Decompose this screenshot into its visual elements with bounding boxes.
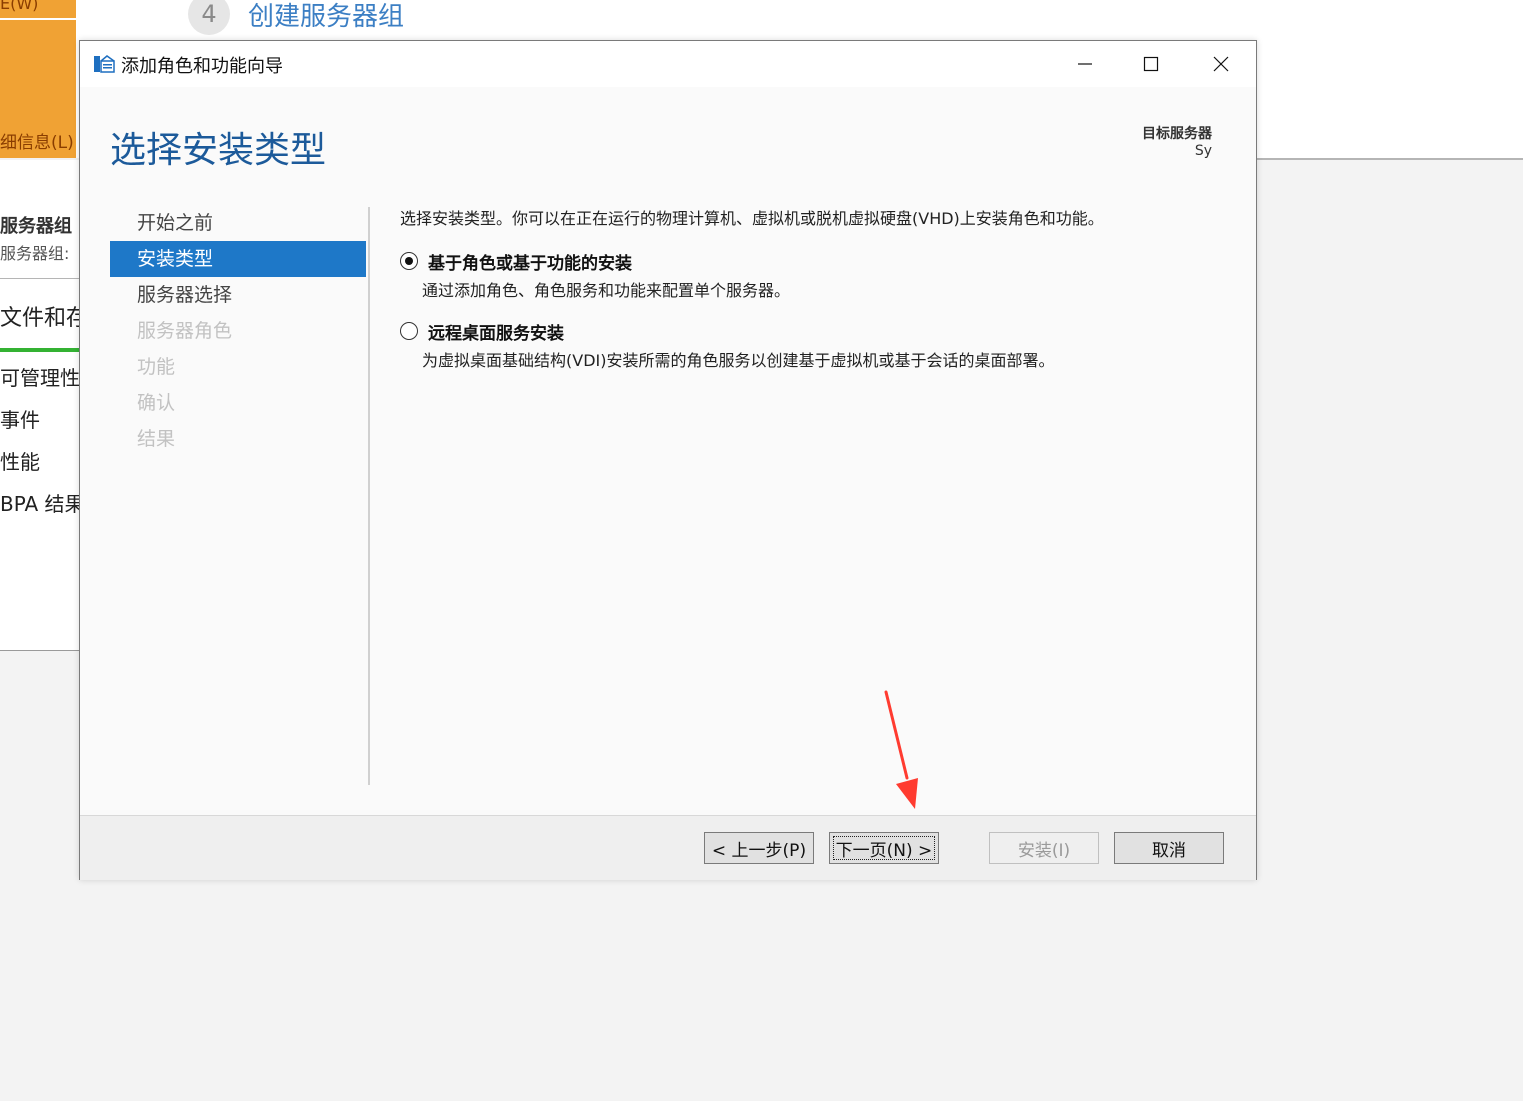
intro-text: 选择安装类型。你可以在正在运行的物理计算机、虚拟机或脱机虚拟硬盘(VHD)上安装…	[400, 209, 1104, 228]
next-button[interactable]: 下一页(N) >	[829, 832, 939, 864]
server-manager-sidebar: 服务器组 服务器组: 文件和存 可管理性 事件 性能 BPA 结果	[0, 160, 88, 650]
remote-desktop-description: 为虚拟桌面基础结构(VDI)安装所需的角色服务以创建基于虚拟机或基于会话的桌面部…	[422, 351, 1055, 370]
add-roles-wizard-dialog: 添加角色和功能向导 选择安装类型 目标服务器 Sy 开始之前 安装类型 服务器选…	[79, 40, 1257, 880]
close-button[interactable]	[1198, 41, 1244, 87]
remote-desktop-radio[interactable]	[400, 322, 418, 340]
role-based-description: 通过添加角色、角色服务和功能来配置单个服务器。	[422, 281, 791, 300]
cancel-button[interactable]: 取消	[1114, 832, 1224, 864]
sidebar-item-manageability[interactable]: 可管理性	[0, 362, 80, 391]
sidebar-item-bpa[interactable]: BPA 结果	[0, 488, 85, 517]
minimize-icon	[1078, 63, 1092, 65]
content-area: 选择安装类型。你可以在正在运行的物理计算机、虚拟机或脱机虚拟硬盘(VHD)上安装…	[400, 201, 1220, 370]
nav-divider	[368, 207, 370, 785]
sidebar-item-events[interactable]: 事件	[0, 404, 40, 433]
focus-rectangle	[833, 836, 935, 860]
radio-selected-dot	[405, 257, 413, 265]
target-server-value: Sy	[1194, 143, 1212, 159]
quick-start-step[interactable]: 4 创建服务器组	[188, 0, 404, 36]
server-manager-icon	[94, 55, 115, 73]
nav-item-before-you-begin[interactable]: 开始之前	[110, 205, 366, 241]
sidebar-bottom-line	[0, 650, 80, 651]
title-bar[interactable]: 添加角色和功能向导	[80, 41, 1256, 87]
sidebar-item-performance[interactable]: 性能	[0, 446, 40, 475]
button-bar: < 上一步(P) 下一页(N) > 安装(I) 取消	[80, 815, 1256, 880]
header-divider	[1256, 158, 1523, 160]
nav-item-server-roles: 服务器角色	[137, 320, 233, 342]
wizard-steps-nav: 开始之前 安装类型 服务器选择 服务器角色 功能 确认 结果	[110, 205, 366, 457]
step-number: 4	[188, 0, 230, 35]
page-title: 选择安装类型	[110, 130, 327, 171]
file-storage-title[interactable]: 文件和存	[0, 300, 88, 332]
step-title[interactable]: 创建服务器组	[248, 0, 404, 33]
role-based-label[interactable]: 基于角色或基于功能的安装	[428, 249, 632, 274]
maximize-button[interactable]	[1128, 41, 1174, 87]
sidebar-divider	[0, 278, 80, 279]
ribbon-panel: E(W) 细信息(L)	[0, 0, 76, 158]
nav-item-server-selection[interactable]: 服务器选择	[110, 277, 366, 313]
annotation-arrow-icon	[884, 690, 918, 809]
server-groups-sub: 服务器组:	[0, 244, 70, 263]
role-based-radio[interactable]	[400, 252, 418, 270]
nav-item-installation-type[interactable]: 安装类型	[110, 241, 366, 277]
nav-item-features: 功能	[137, 356, 176, 378]
target-server-label: 目标服务器	[1142, 126, 1212, 142]
minimize-button[interactable]	[1062, 41, 1108, 87]
maximize-icon	[1143, 56, 1159, 72]
nav-item-results: 结果	[137, 428, 176, 450]
nav-item-confirmation: 确认	[137, 392, 176, 414]
install-button: 安装(I)	[989, 832, 1099, 864]
status-bar-green	[0, 348, 80, 352]
close-icon	[1213, 56, 1229, 72]
remote-desktop-label[interactable]: 远程桌面服务安装	[428, 319, 564, 344]
server-groups-title: 服务器组	[0, 216, 72, 237]
option-role-based[interactable]: 基于角色或基于功能的安装 通过添加角色、角色服务和功能来配置单个服务器。	[400, 249, 1160, 300]
option-remote-desktop[interactable]: 远程桌面服务安装 为虚拟桌面基础结构(VDI)安装所需的角色服务以创建基于虚拟机…	[400, 319, 1160, 370]
window-title: 添加角色和功能向导	[121, 56, 283, 77]
ribbon-top-text[interactable]: E(W)	[0, 0, 38, 13]
previous-button[interactable]: < 上一步(P)	[704, 832, 814, 864]
ribbon-separator	[0, 18, 76, 20]
ribbon-details-link[interactable]: 细信息(L)	[0, 128, 74, 153]
